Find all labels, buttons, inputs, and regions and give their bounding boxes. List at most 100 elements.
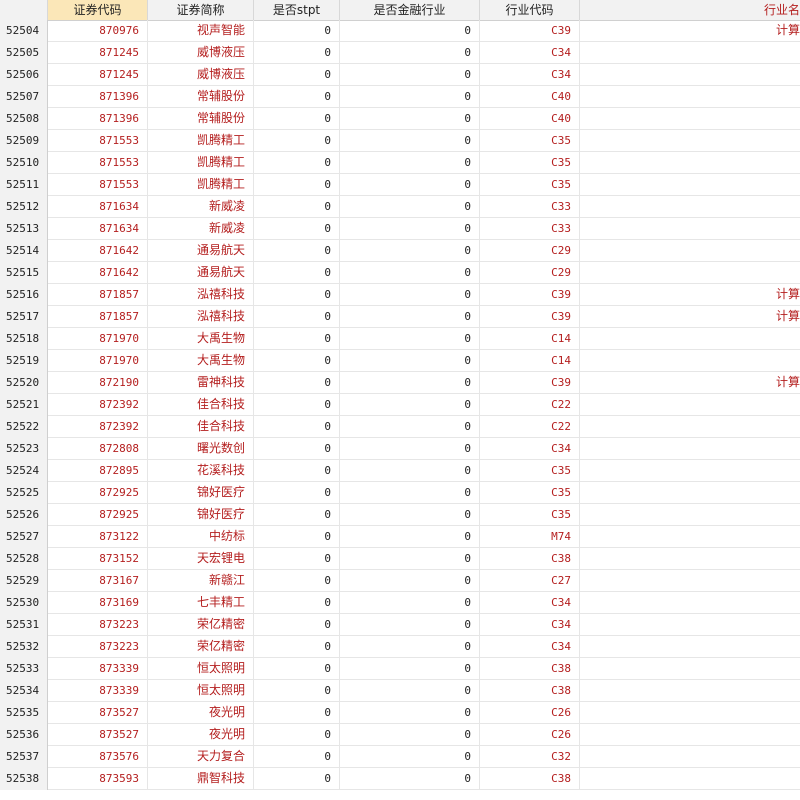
stock-name-cell[interactable]: 泓禧科技 bbox=[148, 306, 254, 328]
industry-name-cell[interactable] bbox=[580, 64, 800, 86]
stock-name-cell[interactable]: 新赣江 bbox=[148, 570, 254, 592]
industry-code-cell[interactable]: C39 bbox=[480, 306, 580, 328]
industry-name-cell[interactable] bbox=[580, 416, 800, 438]
stock-code-cell[interactable]: 871553 bbox=[48, 174, 148, 196]
stock-name-cell[interactable]: 花溪科技 bbox=[148, 460, 254, 482]
stock-name-cell[interactable]: 凯腾精工 bbox=[148, 152, 254, 174]
stock-code-cell[interactable]: 873593 bbox=[48, 768, 148, 790]
is-stpt-cell[interactable]: 0 bbox=[254, 218, 340, 240]
table-row[interactable]: 52531 873223 荣亿精密 0 0 C34 bbox=[0, 614, 800, 636]
industry-code-cell[interactable]: C38 bbox=[480, 768, 580, 790]
industry-name-cell[interactable] bbox=[580, 152, 800, 174]
is-stpt-cell[interactable]: 0 bbox=[254, 196, 340, 218]
stock-code-cell[interactable]: 871642 bbox=[48, 262, 148, 284]
industry-name-cell[interactable] bbox=[580, 636, 800, 658]
table-row[interactable]: 52524 872895 花溪科技 0 0 C35 bbox=[0, 460, 800, 482]
stock-code-cell[interactable]: 873223 bbox=[48, 636, 148, 658]
table-row[interactable]: 52519 871970 大禹生物 0 0 C14 bbox=[0, 350, 800, 372]
is-financial-cell[interactable]: 0 bbox=[340, 746, 480, 768]
table-row[interactable]: 52532 873223 荣亿精密 0 0 C34 bbox=[0, 636, 800, 658]
industry-name-cell[interactable] bbox=[580, 108, 800, 130]
industry-code-cell[interactable]: M74 bbox=[480, 526, 580, 548]
is-stpt-cell[interactable]: 0 bbox=[254, 20, 340, 42]
is-financial-cell[interactable]: 0 bbox=[340, 504, 480, 526]
table-row[interactable]: 52520 872190 雷神科技 0 0 C39 计算 bbox=[0, 372, 800, 394]
table-row[interactable]: 52504 870976 视声智能 0 0 C39 计算 bbox=[0, 20, 800, 42]
is-financial-cell[interactable]: 0 bbox=[340, 218, 480, 240]
table-row[interactable]: 52521 872392 佳合科技 0 0 C22 bbox=[0, 394, 800, 416]
is-stpt-cell[interactable]: 0 bbox=[254, 658, 340, 680]
table-row[interactable]: 52518 871970 大禹生物 0 0 C14 bbox=[0, 328, 800, 350]
industry-code-cell[interactable]: C38 bbox=[480, 680, 580, 702]
stock-code-cell[interactable]: 873122 bbox=[48, 526, 148, 548]
stock-name-cell[interactable]: 曙光数创 bbox=[148, 438, 254, 460]
stock-code-cell[interactable]: 873223 bbox=[48, 614, 148, 636]
stock-name-cell[interactable]: 泓禧科技 bbox=[148, 284, 254, 306]
industry-code-cell[interactable]: C35 bbox=[480, 504, 580, 526]
stock-code-cell[interactable]: 872392 bbox=[48, 416, 148, 438]
is-financial-cell[interactable]: 0 bbox=[340, 482, 480, 504]
stock-name-cell[interactable]: 夜光明 bbox=[148, 702, 254, 724]
stock-code-cell[interactable]: 873339 bbox=[48, 658, 148, 680]
stock-name-cell[interactable]: 大禹生物 bbox=[148, 350, 254, 372]
industry-code-cell[interactable]: C35 bbox=[480, 460, 580, 482]
is-stpt-cell[interactable]: 0 bbox=[254, 460, 340, 482]
industry-code-cell[interactable]: C38 bbox=[480, 548, 580, 570]
industry-name-cell[interactable] bbox=[580, 394, 800, 416]
industry-code-cell[interactable]: C22 bbox=[480, 416, 580, 438]
stock-code-cell[interactable]: 871245 bbox=[48, 64, 148, 86]
is-stpt-cell[interactable]: 0 bbox=[254, 152, 340, 174]
stock-code-cell[interactable]: 871857 bbox=[48, 306, 148, 328]
table-row[interactable]: 52508 871396 常辅股份 0 0 C40 bbox=[0, 108, 800, 130]
industry-code-cell[interactable]: C34 bbox=[480, 636, 580, 658]
is-financial-cell[interactable]: 0 bbox=[340, 592, 480, 614]
stock-name-cell[interactable]: 通易航天 bbox=[148, 262, 254, 284]
industry-code-cell[interactable]: C39 bbox=[480, 284, 580, 306]
table-row[interactable]: 52533 873339 恒太照明 0 0 C38 bbox=[0, 658, 800, 680]
industry-code-cell[interactable]: C38 bbox=[480, 658, 580, 680]
is-stpt-cell[interactable]: 0 bbox=[254, 64, 340, 86]
is-stpt-cell[interactable]: 0 bbox=[254, 548, 340, 570]
stock-name-cell[interactable]: 威博液压 bbox=[148, 42, 254, 64]
stock-name-cell[interactable]: 常辅股份 bbox=[148, 108, 254, 130]
industry-name-cell[interactable] bbox=[580, 350, 800, 372]
industry-code-cell[interactable]: C34 bbox=[480, 592, 580, 614]
is-financial-cell[interactable]: 0 bbox=[340, 416, 480, 438]
is-stpt-cell[interactable]: 0 bbox=[254, 42, 340, 64]
table-row[interactable]: 52515 871642 通易航天 0 0 C29 bbox=[0, 262, 800, 284]
industry-name-cell[interactable] bbox=[580, 262, 800, 284]
stock-code-cell[interactable]: 873167 bbox=[48, 570, 148, 592]
stock-name-cell[interactable]: 天宏锂电 bbox=[148, 548, 254, 570]
stock-code-cell[interactable]: 871396 bbox=[48, 86, 148, 108]
is-stpt-cell[interactable]: 0 bbox=[254, 306, 340, 328]
industry-code-cell[interactable]: C22 bbox=[480, 394, 580, 416]
is-financial-cell[interactable]: 0 bbox=[340, 108, 480, 130]
industry-name-cell[interactable] bbox=[580, 658, 800, 680]
stock-code-cell[interactable]: 872392 bbox=[48, 394, 148, 416]
stock-code-cell[interactable]: 870976 bbox=[48, 20, 148, 42]
table-row[interactable]: 52507 871396 常辅股份 0 0 C40 bbox=[0, 86, 800, 108]
stock-name-cell[interactable]: 佳合科技 bbox=[148, 394, 254, 416]
table-row[interactable]: 52506 871245 威博液压 0 0 C34 bbox=[0, 64, 800, 86]
is-stpt-cell[interactable]: 0 bbox=[254, 482, 340, 504]
stock-code-cell[interactable]: 871553 bbox=[48, 152, 148, 174]
stock-code-cell[interactable]: 872808 bbox=[48, 438, 148, 460]
industry-name-cell[interactable] bbox=[580, 570, 800, 592]
is-financial-cell[interactable]: 0 bbox=[340, 526, 480, 548]
industry-name-cell[interactable] bbox=[580, 218, 800, 240]
industry-code-cell[interactable]: C39 bbox=[480, 20, 580, 42]
is-financial-cell[interactable]: 0 bbox=[340, 394, 480, 416]
stock-name-cell[interactable]: 荣亿精密 bbox=[148, 614, 254, 636]
table-row[interactable]: 52528 873152 天宏锂电 0 0 C38 bbox=[0, 548, 800, 570]
is-stpt-cell[interactable]: 0 bbox=[254, 636, 340, 658]
industry-name-cell[interactable] bbox=[580, 328, 800, 350]
stock-code-cell[interactable]: 872895 bbox=[48, 460, 148, 482]
industry-code-cell[interactable]: C35 bbox=[480, 482, 580, 504]
industry-name-cell[interactable]: 计算 bbox=[580, 372, 800, 394]
table-row[interactable]: 52530 873169 七丰精工 0 0 C34 bbox=[0, 592, 800, 614]
stock-name-cell[interactable]: 新威凌 bbox=[148, 196, 254, 218]
industry-code-cell[interactable]: C34 bbox=[480, 42, 580, 64]
is-stpt-cell[interactable]: 0 bbox=[254, 768, 340, 790]
stock-name-cell[interactable]: 凯腾精工 bbox=[148, 174, 254, 196]
is-stpt-cell[interactable]: 0 bbox=[254, 526, 340, 548]
